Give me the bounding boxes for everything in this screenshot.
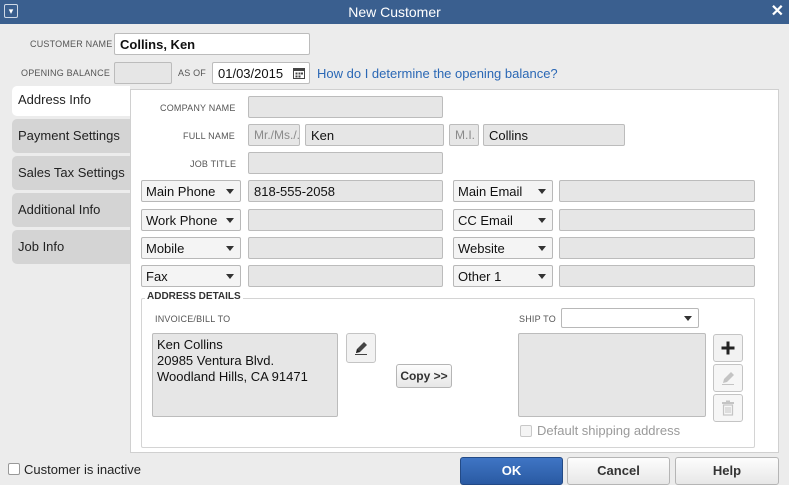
contact-type-select-1[interactable]: Main Phone: [141, 180, 241, 202]
cancel-button[interactable]: Cancel: [567, 457, 670, 485]
bill-to-line-1: Ken Collins: [157, 337, 223, 352]
pencil-icon: [722, 372, 734, 385]
ship-to-select[interactable]: [561, 308, 699, 328]
default-shipping-label: Default shipping address: [537, 423, 681, 438]
opening-balance-input[interactable]: [114, 62, 172, 84]
website-input[interactable]: [559, 237, 755, 259]
title-bar: ▾ New Customer ✕: [0, 0, 789, 24]
contact-type-select-2[interactable]: Work Phone: [141, 209, 241, 231]
bill-to-label: INVOICE/BILL TO: [155, 314, 231, 324]
fax-input[interactable]: [248, 265, 443, 287]
customer-inactive-label: Customer is inactive: [24, 462, 142, 477]
calendar-icon[interactable]: [293, 67, 305, 79]
plus-icon: [721, 341, 735, 355]
ship-to-address-input[interactable]: [518, 333, 706, 417]
customer-name-label: CUSTOMER NAME: [30, 39, 113, 49]
main-phone-input[interactable]: 818-555-2058: [248, 180, 443, 202]
customer-name-input[interactable]: Collins, Ken: [114, 33, 310, 55]
chevron-down-icon: [226, 274, 234, 279]
contact-type-select-7[interactable]: Website: [453, 237, 553, 259]
contact-type-label: Mobile: [146, 241, 185, 256]
job-title-input[interactable]: [248, 152, 443, 174]
edit-ship-to-button[interactable]: [713, 364, 743, 392]
edit-bill-to-button[interactable]: [346, 333, 376, 363]
delete-ship-to-button[interactable]: [713, 394, 743, 422]
opening-balance-help-link[interactable]: How do I determine the opening balance?: [317, 66, 558, 81]
ok-button[interactable]: OK: [460, 457, 563, 485]
contact-type-select-4[interactable]: Fax: [141, 265, 241, 287]
chevron-down-icon: [226, 218, 234, 223]
tab-job-info[interactable]: Job Info: [12, 230, 130, 264]
contact-type-select-3[interactable]: Mobile: [141, 237, 241, 259]
full-name-label: FULL NAME: [183, 131, 235, 141]
close-icon[interactable]: ✕: [771, 1, 784, 21]
contact-type-label: Main Email: [458, 184, 523, 199]
tab-sales-tax-settings[interactable]: Sales Tax Settings: [12, 156, 130, 190]
customer-inactive-checkbox[interactable]: [8, 463, 20, 475]
other-1-input[interactable]: [559, 265, 755, 287]
contact-type-select-8[interactable]: Other 1: [453, 265, 553, 287]
chevron-down-icon: [538, 189, 546, 194]
main-email-input[interactable]: [559, 180, 755, 202]
contact-type-label: Other 1: [458, 269, 502, 284]
job-title-label: JOB TITLE: [190, 159, 237, 169]
first-name-input[interactable]: Ken: [305, 124, 444, 146]
tab-additional-info[interactable]: Additional Info: [12, 193, 130, 227]
add-ship-to-button[interactable]: [713, 334, 743, 362]
chevron-down-icon: [226, 189, 234, 194]
contact-type-label: CC Email: [458, 213, 513, 228]
chevron-down-icon: [684, 316, 692, 321]
opening-balance-label: OPENING BALANCE: [21, 68, 111, 78]
contact-type-label: Fax: [146, 269, 168, 284]
contact-type-select-6[interactable]: CC Email: [453, 209, 553, 231]
chevron-down-icon: [538, 246, 546, 251]
bill-to-address-input[interactable]: Ken Collins 20985 Ventura Blvd. Woodland…: [152, 333, 338, 417]
trash-icon: [722, 400, 734, 416]
as-of-date-value: 01/03/2015: [218, 66, 284, 81]
company-name-label: COMPANY NAME: [160, 103, 236, 113]
bill-to-line-2: 20985 Ventura Blvd.: [157, 353, 275, 368]
contact-type-select-5[interactable]: Main Email: [453, 180, 553, 202]
address-details-label: ADDRESS DETAILS: [145, 291, 243, 302]
tab-address-info[interactable]: Address Info: [12, 86, 130, 116]
tab-payment-settings[interactable]: Payment Settings: [12, 119, 130, 153]
pencil-icon: [355, 342, 367, 355]
as-of-date-input[interactable]: 01/03/2015: [212, 62, 310, 84]
contact-type-label: Main Phone: [146, 184, 216, 199]
as-of-label: AS OF: [178, 68, 207, 78]
help-button[interactable]: Help: [675, 457, 779, 485]
last-name-input[interactable]: Collins: [483, 124, 625, 146]
name-title-input[interactable]: Mr./Ms./...: [248, 124, 300, 146]
chevron-down-icon: [538, 274, 546, 279]
cc-email-input[interactable]: [559, 209, 755, 231]
chevron-down-icon: [538, 218, 546, 223]
work-phone-input[interactable]: [248, 209, 443, 231]
company-name-input[interactable]: [248, 96, 443, 118]
window-title: New Customer: [348, 4, 441, 20]
chevron-down-icon: [226, 246, 234, 251]
ship-to-label: SHIP TO: [519, 314, 556, 324]
contact-type-label: Website: [458, 241, 505, 256]
copy-address-button[interactable]: Copy >>: [396, 364, 452, 388]
default-shipping-checkbox[interactable]: [520, 425, 532, 437]
contact-type-label: Work Phone: [146, 213, 218, 228]
bill-to-line-3: Woodland Hills, CA 91471: [157, 369, 308, 384]
mobile-input[interactable]: [248, 237, 443, 259]
middle-initial-input[interactable]: M.I.: [449, 124, 479, 146]
